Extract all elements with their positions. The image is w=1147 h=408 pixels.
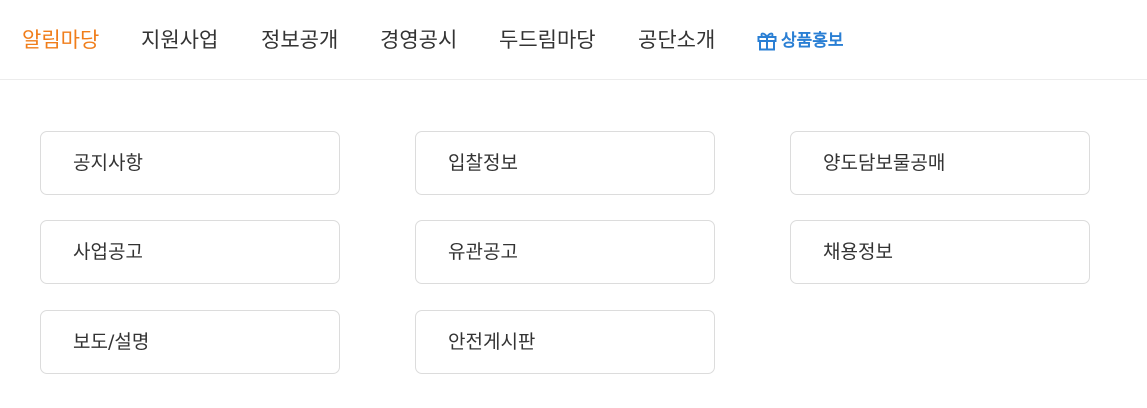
submenu-safety-board[interactable]: 안전게시판 [415,310,715,374]
submenu-notice-board[interactable]: 공지사항 [40,131,340,195]
nav-item-management-disclosure[interactable]: 경영공시 [380,25,457,55]
nav-item-support[interactable]: 지원사업 [141,25,218,55]
top-navigation: 알림마당 지원사업 정보공개 경영공시 두드림마당 공단소개 상품홍보 [0,0,1147,80]
submenu-press-release[interactable]: 보도/설명 [40,310,340,374]
promo-label: 상품홍보 [781,31,844,51]
nav-item-about[interactable]: 공단소개 [638,25,715,55]
submenu-business-announcement[interactable]: 사업공고 [40,220,340,284]
nav-item-product-promo[interactable]: 상품홍보 [757,26,844,56]
submenu-related-announcement[interactable]: 유관공고 [415,220,715,284]
submenu-bid-info[interactable]: 입찰정보 [415,131,715,195]
nav-item-notice[interactable]: 알림마당 [22,25,99,55]
submenu-collateral-auction[interactable]: 양도담보물공매 [790,131,1090,195]
submenu-recruitment-info[interactable]: 채용정보 [790,220,1090,284]
nav-item-dodream[interactable]: 두드림마당 [499,25,596,55]
gift-icon [757,31,777,51]
nav-item-info-disclosure[interactable]: 정보공개 [261,25,338,55]
